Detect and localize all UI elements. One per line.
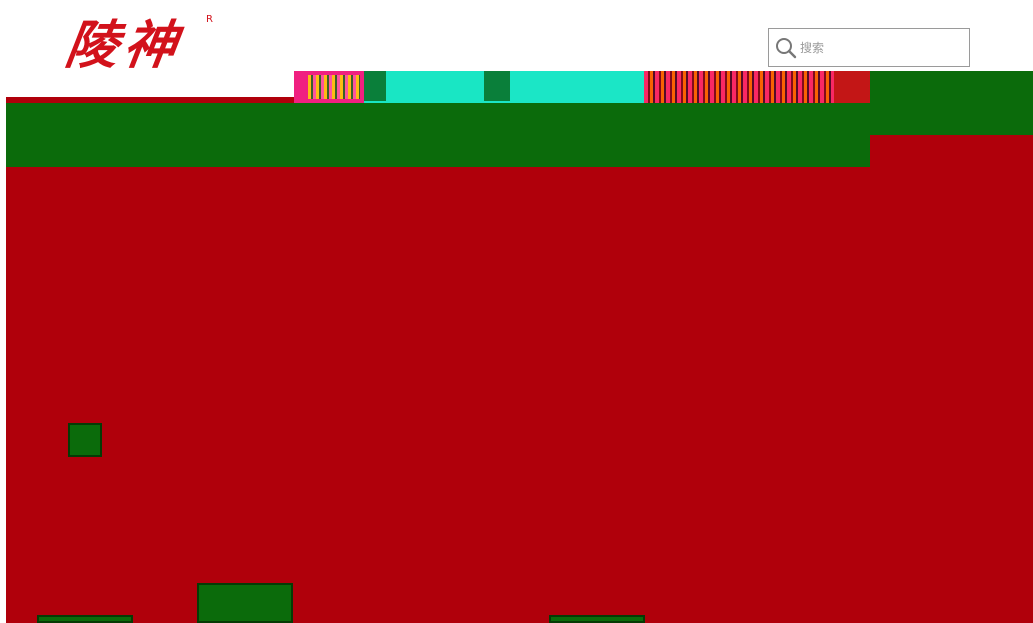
banner-block (37, 615, 133, 623)
nav-item-1[interactable] (294, 71, 364, 103)
nav-item-2[interactable] (364, 71, 484, 103)
hero-banner (6, 167, 1033, 623)
registered-mark: R (206, 14, 213, 25)
nav-item-4[interactable] (644, 71, 870, 103)
page: 陵神 R (0, 0, 1033, 623)
banner-block (197, 583, 293, 623)
banner-block (68, 423, 102, 457)
nav-bar-right (870, 71, 1033, 137)
search-input[interactable] (798, 32, 962, 63)
banner-top-right (870, 135, 1033, 167)
nav-item-3[interactable] (484, 71, 644, 103)
search-icon[interactable] (774, 36, 798, 60)
banner-block (549, 615, 645, 623)
search-box[interactable] (768, 28, 970, 67)
nav-bar (6, 103, 870, 169)
main-nav (294, 71, 870, 103)
brand-logo[interactable]: 陵神 (61, 12, 187, 80)
